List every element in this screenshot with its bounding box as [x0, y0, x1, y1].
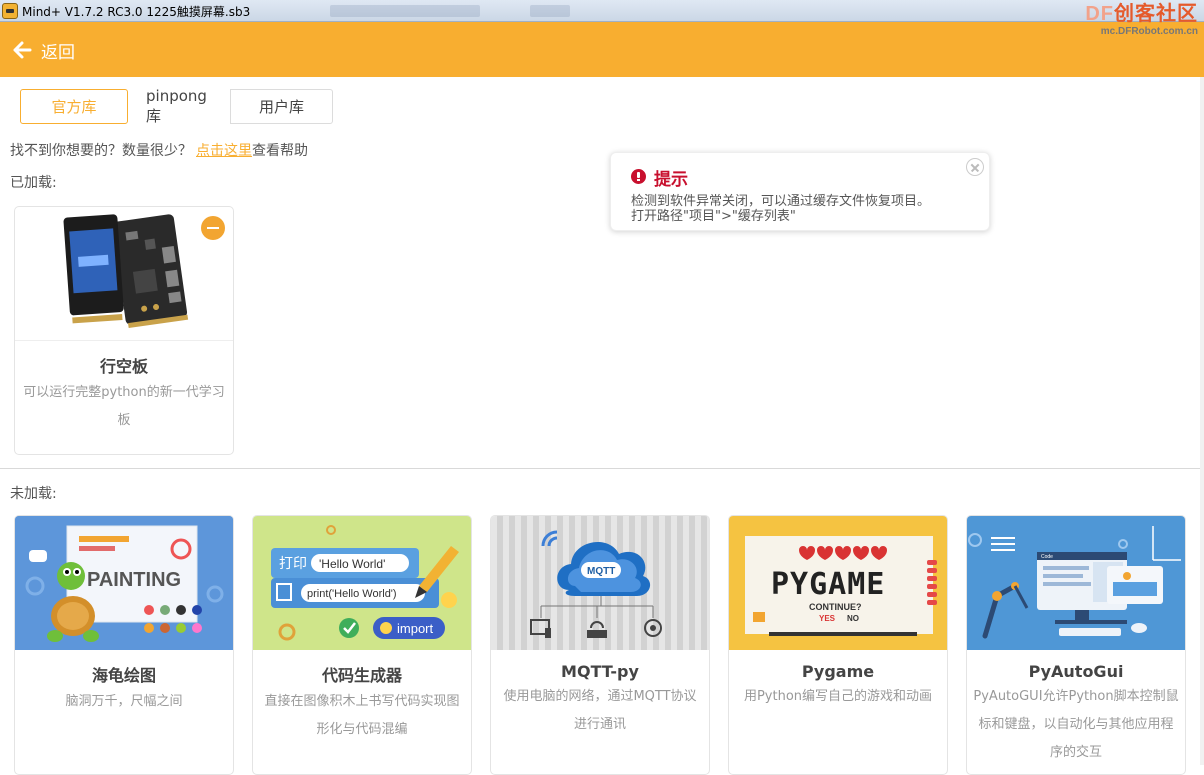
- extension-card-pygame[interactable]: PYGAME CONTINUE? YES NO Pygame 用Python编写…: [728, 515, 948, 775]
- print-code-text: print('Hello World'): [307, 588, 397, 600]
- card-title: 行空板: [99, 357, 148, 376]
- card-description: 用Python编写自己的游戏和动画: [743, 689, 933, 704]
- pygame-logo-text: PYGAME: [771, 567, 885, 602]
- header-bar: 返回: [0, 22, 1204, 77]
- back-label: 返回: [41, 42, 75, 63]
- tab-user-library[interactable]: 用户库: [230, 89, 333, 124]
- import-text: import: [397, 621, 434, 636]
- no-text: NO: [847, 614, 859, 623]
- watermark-df: DF: [1085, 3, 1114, 25]
- card-description: 脑洞万千，尺幅之间: [65, 694, 183, 709]
- warning-icon: [631, 169, 646, 184]
- tab-official-library[interactable]: 官方库: [20, 89, 128, 124]
- watermark-url: mc.DFRobot.com.cn: [1100, 26, 1198, 37]
- extension-card-turtle[interactable]: PAINTING 海龟绘图 脑洞万千，尺幅之间: [14, 515, 234, 775]
- card-description: 使用电脑的网络，通过MQTT协议进行通讯: [503, 689, 697, 732]
- library-tabs: 官方库 pinpong库 用户库: [20, 87, 333, 125]
- card-title: 海龟绘图: [91, 666, 156, 685]
- window-title: Mind+ V1.7.2 RC3.0 1225触摸屏幕.sb3: [22, 5, 251, 19]
- help-link[interactable]: 点击这里: [196, 143, 252, 159]
- extension-card-code-generator[interactable]: 打印 'Hello World' print('Hello World') im…: [252, 515, 472, 775]
- mqtt-image: MQTT: [491, 516, 709, 650]
- recovery-toast: 提示 检测到软件异常关闭，可以通过缓存文件恢复项目。 打开路径"项目">"缓存列…: [610, 152, 990, 231]
- pygame-image: PYGAME CONTINUE? YES NO: [729, 516, 947, 650]
- extension-card-mqtt[interactable]: MQTT MQTT-py 使用电脑的网络，通过MQTT协议进行通讯: [490, 515, 710, 775]
- unloaded-section-label: 未加载:: [10, 486, 57, 502]
- scrollbar[interactable]: [1200, 77, 1204, 765]
- tab-pinpong-library[interactable]: pinpong库: [127, 87, 231, 125]
- background-window-tab: [530, 5, 570, 17]
- mqtt-label-text: MQTT: [587, 566, 615, 577]
- unihiker-image: [15, 207, 233, 341]
- close-icon[interactable]: [966, 158, 984, 176]
- extension-card-pyautogui[interactable]: Code PyAutoGui PyAutoGUI允许Python脚本控制鼠标和键…: [966, 515, 1186, 775]
- card-title: Pygame: [801, 662, 875, 681]
- continue-text: CONTINUE?: [809, 602, 862, 612]
- dfrobot-watermark: DF创客社区 mc.DFRobot.com.cn: [1085, 2, 1198, 38]
- painting-text: PAINTING: [87, 569, 181, 591]
- card-title: MQTT-py: [561, 662, 639, 681]
- background-window-tab: [330, 5, 480, 17]
- watermark-brand: 创客社区: [1114, 3, 1198, 25]
- card-description: PyAutoGUI允许Python脚本控制鼠标和键盘，以自动化与其他应用程序的交…: [973, 689, 1179, 760]
- app-icon: [2, 3, 18, 19]
- help-suffix: 查看帮助: [252, 143, 308, 159]
- card-title: PyAutoGui: [1028, 662, 1124, 681]
- code-generator-image: 打印 'Hello World' print('Hello World') im…: [253, 516, 471, 650]
- print-cn-text: 打印: [279, 555, 307, 572]
- extension-card-unihiker[interactable]: 行空板 可以运行完整python的新一代学习板: [14, 206, 234, 455]
- card-description: 可以运行完整python的新一代学习板: [23, 385, 225, 428]
- turtle-image: PAINTING: [15, 516, 233, 650]
- code-window-text: Code: [1041, 554, 1053, 560]
- help-prefix: 找不到你想要的？数量很少？: [10, 143, 192, 159]
- hello-world-text: 'Hello World': [319, 557, 385, 571]
- loaded-section-label: 已加载:: [10, 175, 57, 191]
- toast-message-line2: 打开路径"项目">"缓存列表": [631, 209, 796, 224]
- arrow-left-icon: [13, 41, 32, 59]
- back-button[interactable]: 返回: [12, 37, 75, 63]
- card-title: 代码生成器: [321, 666, 402, 685]
- yes-text: YES: [819, 614, 836, 623]
- pyautogui-image: Code: [967, 516, 1185, 650]
- remove-extension-button[interactable]: [201, 216, 225, 240]
- section-divider: [0, 468, 1204, 469]
- card-description: 直接在图像积木上书写代码实现图形化与代码混编: [264, 694, 460, 737]
- help-line: 找不到你想要的？数量很少？ 点击这里查看帮助: [10, 140, 308, 160]
- window-titlebar: Mind+ V1.7.2 RC3.0 1225触摸屏幕.sb3: [0, 0, 1204, 22]
- toast-title: 提示: [654, 170, 688, 190]
